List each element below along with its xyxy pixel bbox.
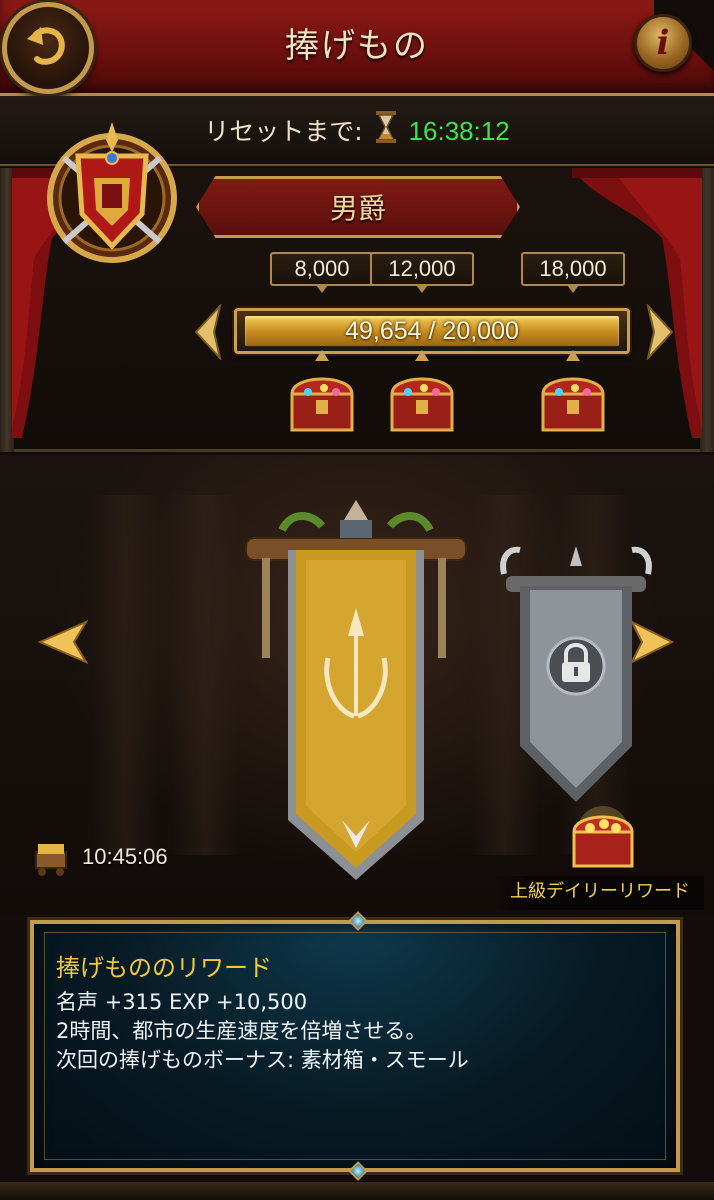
reset-label: リセットまで: — [204, 117, 363, 146]
premium-daily-reward-button[interactable]: 上級デイリーリワード — [490, 876, 704, 910]
treasure-chest-icon[interactable] — [386, 366, 458, 434]
gold-cart-icon — [35, 844, 67, 876]
reward-title: 捧げもののリワード — [56, 954, 272, 982]
hall-pillar — [90, 495, 160, 855]
rank-title-banner: 男爵 — [196, 176, 520, 238]
cooldown-timer: 10:45:06 — [82, 844, 168, 869]
milestone-3: 18,000 — [521, 252, 625, 293]
frame-bottom — [0, 1182, 714, 1200]
treasure-chest-icon[interactable] — [537, 366, 609, 434]
milestone-tick-2 — [415, 350, 429, 361]
reward-line-fame: 名声 +315 EXP +10,500 — [56, 990, 308, 1014]
reward-line-bonus: 次回の捧げものボーナス: 素材箱・スモール — [56, 1048, 469, 1072]
milestone-tick-1 — [315, 350, 329, 361]
treasure-chest-icon[interactable] — [286, 366, 358, 434]
back-button[interactable] — [2, 2, 94, 94]
reset-timer: 16:38:12 — [408, 116, 510, 146]
rank-title: 男爵 — [329, 192, 386, 225]
rank-progress-bar: 49,654 / 20,000 — [234, 308, 630, 354]
milestone-2: 12,000 — [370, 252, 474, 293]
milestone-tick-3 — [566, 350, 580, 361]
premium-chest-icon[interactable] — [568, 806, 638, 870]
hall-pillar — [170, 495, 240, 855]
reward-panel: 捧げもののリワード 名声 +315 EXP +10,500 2時間、都市の生産速… — [30, 911, 680, 1181]
rank-progress-text: 49,654 / 20,000 — [345, 317, 519, 345]
info-button[interactable]: i — [634, 14, 692, 72]
rank-next-arrow-icon[interactable] — [646, 304, 674, 360]
rank-prev-arrow-icon[interactable] — [194, 304, 222, 360]
title-bar: 捧げもの — [0, 0, 714, 96]
baron-emblem-icon[interactable] — [38, 118, 186, 266]
panel-gem-icon — [348, 1161, 368, 1181]
tribute-banner[interactable] — [242, 490, 470, 890]
back-arrow-icon — [27, 27, 65, 65]
page-title: 捧げもの — [285, 26, 429, 66]
hourglass-icon — [375, 111, 396, 143]
milestone-1: 8,000 — [270, 252, 374, 293]
prev-banner-arrow-icon[interactable] — [36, 618, 88, 666]
stage-pillar-right — [700, 168, 714, 452]
reward-line-effect: 2時間、都市の生産速度を倍増させる。 — [56, 1019, 427, 1043]
locked-banner[interactable] — [496, 546, 656, 808]
info-icon: i — [656, 23, 670, 63]
